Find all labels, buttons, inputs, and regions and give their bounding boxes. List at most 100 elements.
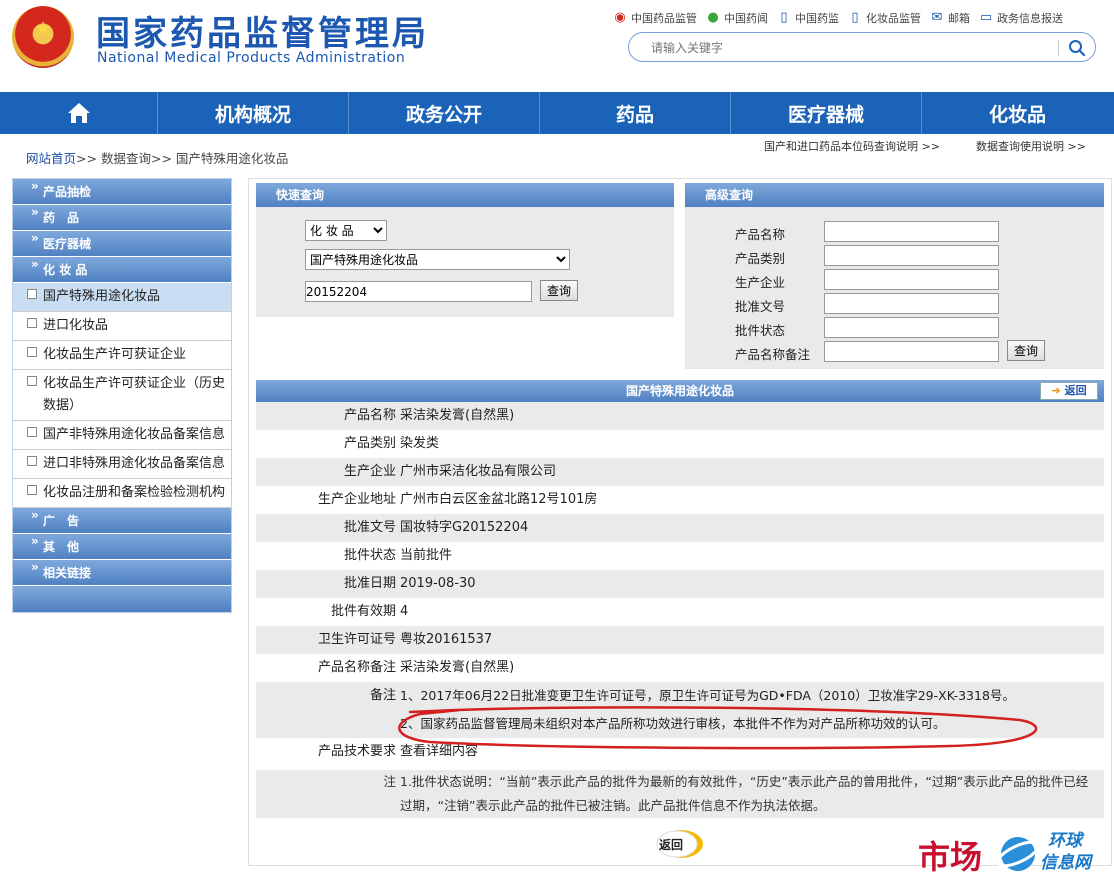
- sidebar-item-domestic-nonspecial[interactable]: 国产非特殊用途化妆品备案信息: [13, 421, 231, 450]
- top-link-app1[interactable]: ▯ 中国药监: [776, 8, 839, 28]
- tech-requirements-link[interactable]: 查看详细内容: [400, 744, 478, 759]
- detail-row-tech: 产品技术要求 查看详细内容: [256, 738, 1104, 766]
- national-emblem-icon[interactable]: ★: [12, 6, 74, 68]
- nav-item-government[interactable]: 政务公开: [349, 92, 540, 134]
- detail-value: 广州市白云区金盆北路12号101房: [400, 492, 598, 507]
- watermark: 市场 环球 信息网: [918, 826, 1114, 878]
- back-button-bottom[interactable]: 返回: [655, 828, 705, 860]
- site-title-cn[interactable]: 国家药品监督管理局: [96, 6, 429, 55]
- detail-title-text: 国产特殊用途化妆品: [625, 384, 734, 398]
- search-icon[interactable]: [1067, 38, 1087, 58]
- home-icon: [67, 103, 90, 123]
- keyword-input[interactable]: [305, 281, 532, 302]
- adv-label-remark: 产品名称备注: [735, 347, 811, 362]
- category-select[interactable]: 化 妆 品: [305, 220, 387, 241]
- adv-label-status: 批件状态: [735, 323, 786, 338]
- detail-value: 广州市采洁化妆品有限公司: [400, 464, 557, 479]
- sidebar-item-licensed-history[interactable]: 化妆品生产许可获证企业（历史数据）: [13, 370, 231, 421]
- detail-label: 备注: [369, 688, 396, 703]
- detail-note: 注 1.批件状态说明：“当前”表示此产品的批件为最新的有效批件，“历史”表示此产…: [256, 770, 1104, 818]
- detail-row: 批准文号 国妆特字G20152204: [256, 514, 1104, 542]
- nav-home[interactable]: [0, 92, 158, 134]
- sidebar-head-other[interactable]: 其 他: [13, 528, 231, 560]
- detail-row: 产品类别 染发类: [256, 430, 1104, 458]
- mail-icon: ✉: [931, 10, 943, 25]
- breadcrumb-sep: >>: [150, 151, 172, 166]
- detail-label: 批准文号: [343, 520, 396, 535]
- back-button-bottom-label: 返回: [659, 838, 684, 852]
- sidebar-item-testing-institutions[interactable]: 化妆品注册和备案检验检测机构: [13, 479, 231, 508]
- note-text: 1.批件状态说明：“当前”表示此产品的批件为最新的有效批件，“历史”表示此产品的…: [400, 774, 1089, 813]
- nav-item-devices[interactable]: 医疗器械: [731, 92, 922, 134]
- detail-value: 查看详细内容: [400, 738, 1104, 766]
- detail-row: 批准日期 2019-08-30: [256, 570, 1104, 598]
- back-button-top[interactable]: ➔ 返回: [1040, 382, 1098, 400]
- detail-label: 卫生许可证号: [317, 632, 396, 647]
- sidebar-head-sampling[interactable]: 产品抽检: [13, 173, 231, 205]
- top-link-mail[interactable]: ✉ 邮箱: [929, 8, 970, 28]
- sidebar-item-imported-nonspecial[interactable]: 进口非特殊用途化妆品备案信息: [13, 450, 231, 479]
- detail-row: 卫生许可证号 粤妆20161537: [256, 626, 1104, 654]
- quick-search-button[interactable]: 查询: [540, 280, 579, 301]
- sidebar-item-domestic-special[interactable]: 国产特殊用途化妆品: [13, 283, 231, 312]
- adv-input-name[interactable]: [824, 221, 999, 242]
- detail-label: 产品类别: [343, 436, 396, 451]
- advanced-search-title: 高级查询: [685, 183, 1104, 207]
- adv-row-category: 产品类别: [685, 245, 1114, 269]
- breadcrumb: 网站首页>> 数据查询>> 国产特殊用途化妆品: [26, 148, 288, 167]
- breadcrumb-sep: >>: [76, 151, 97, 166]
- detail-row: 生产企业 广州市采洁化妆品有限公司: [256, 458, 1104, 486]
- detail-row: 产品名称备注 采洁染发膏(自然黑): [256, 654, 1104, 682]
- arrow-right-icon: ➔: [1051, 384, 1061, 397]
- adv-input-remark[interactable]: [824, 341, 999, 362]
- search-input[interactable]: [651, 39, 1051, 57]
- breadcrumb-query[interactable]: 数据查询: [101, 151, 151, 166]
- detail-label: 生产企业地址: [317, 492, 396, 507]
- site-header: ★ 国家药品监督管理局 National Medical Products Ad…: [0, 0, 1114, 92]
- weibo-icon: ◉: [614, 10, 626, 25]
- sidebar-head-ads[interactable]: 广 告: [13, 502, 231, 534]
- sidebar-item-imported[interactable]: 进口化妆品: [13, 312, 231, 341]
- detail-row: 产品名称 采洁染发膏(自然黑): [256, 402, 1104, 430]
- detail-row: 批件有效期 4: [256, 598, 1104, 626]
- top-link-report[interactable]: ▭ 政务信息报送: [978, 8, 1063, 28]
- site-title-en[interactable]: National Medical Products Administration: [97, 50, 405, 66]
- sidebar-head-devices[interactable]: 医疗器械: [13, 225, 231, 257]
- detail-label: 生产企业: [343, 464, 396, 479]
- adv-input-category[interactable]: [824, 245, 999, 266]
- query-help-link[interactable]: 数据查询使用说明 >>: [976, 138, 1086, 154]
- adv-row-company: 生产企业: [685, 269, 1114, 293]
- quick-search-title: 快速查询: [256, 183, 674, 207]
- adv-input-status[interactable]: [824, 317, 999, 338]
- subcategory-select[interactable]: 国产特殊用途化妆品: [305, 249, 570, 270]
- breadcrumb-home[interactable]: 网站首页: [26, 151, 76, 166]
- detail-value: 染发类: [400, 436, 440, 451]
- advanced-search-button[interactable]: 查询: [1007, 340, 1046, 361]
- drug-code-help-link[interactable]: 国产和进口药品本位码查询说明 >>: [764, 138, 940, 154]
- adv-input-company[interactable]: [824, 269, 999, 290]
- detail-value: 粤妆20161537: [400, 632, 493, 647]
- watermark-text-3: 信息网: [1040, 853, 1091, 873]
- detail-row-remark: 备注 1、2017年06月22日批准变更卫生许可证号，原卫生许可证号为GD•FD…: [256, 682, 1104, 738]
- sidebar-item-licensed-companies[interactable]: 化妆品生产许可获证企业: [13, 341, 231, 370]
- sidebar-head-links[interactable]: 相关链接: [13, 554, 231, 586]
- detail-value: 采洁染发膏(自然黑): [400, 408, 515, 423]
- detail-value: 2019-08-30: [400, 576, 476, 591]
- advanced-search-panel: 高级查询 产品名称 产品类别 生产企业 批准文号 批件状态 产品名称备注 查询: [685, 183, 1104, 369]
- top-link-app2[interactable]: ▯ 化妆品监管: [847, 8, 921, 28]
- sidebar-head-drugs[interactable]: 药 品: [13, 199, 231, 231]
- quick-search-panel: 快速查询 化 妆 品 国产特殊用途化妆品 查询: [256, 183, 674, 317]
- nav-item-about[interactable]: 机构概况: [158, 92, 349, 134]
- adv-input-approval[interactable]: [824, 293, 999, 314]
- nav-item-drugs[interactable]: 药品: [540, 92, 731, 134]
- detail-value: 国妆特字G20152204: [400, 520, 529, 535]
- sidebar-head-cosmetics[interactable]: 化 妆 品: [13, 251, 231, 283]
- sidebar: 产品抽检 药 品 医疗器械 化 妆 品 国产特殊用途化妆品 进口化妆品 化妆品生…: [12, 173, 232, 613]
- nav-item-cosmetics[interactable]: 化妆品: [922, 92, 1113, 134]
- top-link-wechat[interactable]: ● 中国药闻: [705, 8, 768, 28]
- detail-value: 采洁染发膏(自然黑): [400, 660, 515, 675]
- top-link-weibo[interactable]: ◉ 中国药品监管: [612, 8, 697, 28]
- watermark-text-1: 市场: [918, 838, 983, 876]
- monitor-icon: ▭: [979, 10, 993, 25]
- site-search: [628, 32, 1096, 62]
